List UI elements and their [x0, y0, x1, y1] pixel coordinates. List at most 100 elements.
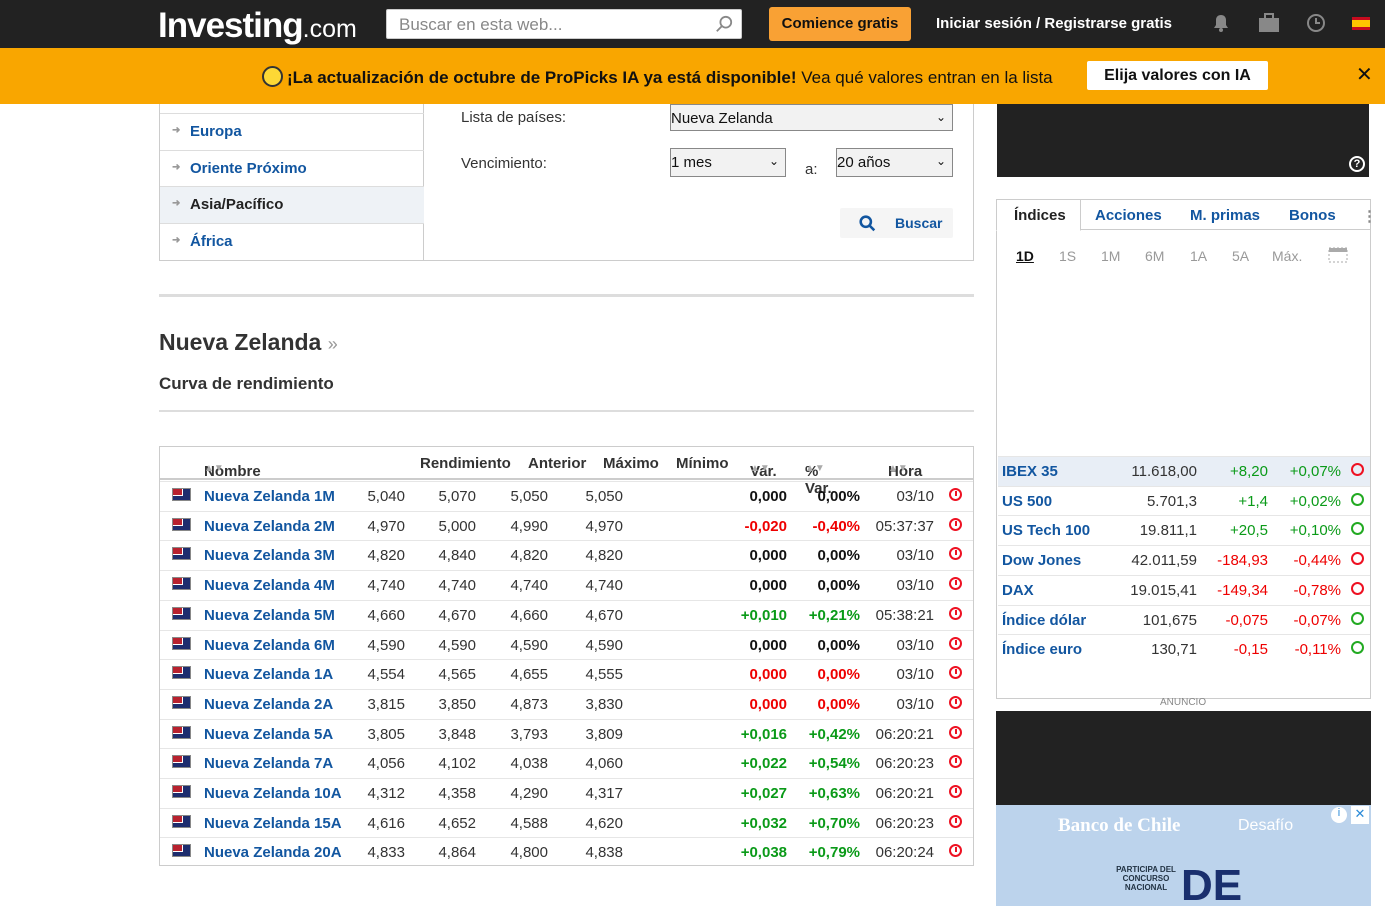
- period-max[interactable]: Máx.: [1272, 248, 1302, 264]
- region-africa[interactable]: ➜ África: [160, 223, 424, 260]
- bond-name-link[interactable]: Nueva Zelanda 1A: [204, 666, 333, 683]
- index-name-link[interactable]: Índice dólar: [1002, 612, 1086, 629]
- col-yield[interactable]: Rendimiento: [420, 455, 511, 472]
- index-row[interactable]: Índice dólar 101,675 -0,075 -0,07%: [998, 604, 1370, 635]
- bond-name-link[interactable]: Nueva Zelanda 2M: [204, 518, 335, 535]
- index-name-link[interactable]: Dow Jones: [1002, 552, 1081, 569]
- tab-stocks[interactable]: Acciones: [1095, 207, 1162, 224]
- investing-logo[interactable]: Investing.com: [158, 6, 357, 46]
- cell-pct: 0,00%: [817, 577, 860, 595]
- index-row[interactable]: Dow Jones 42.011,59 -184,93 -0,44%: [998, 545, 1370, 575]
- search-icon: [859, 215, 876, 232]
- ad-creative[interactable]: Banco de Chile Desafío PARTICIPA DEL CON…: [996, 805, 1371, 906]
- bond-name-link[interactable]: Nueva Zelanda 2A: [204, 696, 333, 713]
- cell-high: 5,000: [438, 517, 476, 535]
- more-link[interactable]: »: [328, 334, 338, 354]
- bell-icon[interactable]: [1212, 13, 1230, 38]
- clock-icon: [1351, 611, 1364, 625]
- index-row[interactable]: US Tech 100 19.811,1 +20,5 +0,10%: [998, 515, 1370, 545]
- region-europe[interactable]: ➜ Europa: [160, 113, 424, 150]
- index-change: +20,5: [1230, 522, 1268, 540]
- sort-icon: ▲▼: [805, 463, 825, 474]
- bond-name-link[interactable]: Nueva Zelanda 15A: [204, 815, 342, 832]
- cell-time: 06:20:21: [875, 725, 934, 743]
- choose-ai-stocks-button[interactable]: Elija valores con IA: [1087, 61, 1268, 90]
- bond-name-link[interactable]: Nueva Zelanda 5A: [204, 726, 333, 743]
- clock-icon: [1351, 581, 1364, 595]
- col-high[interactable]: Máximo: [603, 455, 659, 472]
- clock-icon[interactable]: [1306, 13, 1326, 38]
- bond-name-link[interactable]: Nueva Zelanda 1M: [204, 488, 335, 505]
- bond-name-link[interactable]: Nueva Zelanda 3M: [204, 547, 335, 564]
- period-6m[interactable]: 6M: [1145, 248, 1164, 264]
- index-value: 19.015,41: [1130, 581, 1197, 599]
- index-change: -0,075: [1225, 611, 1268, 629]
- ad-subtext: PARTICIPA DEL CONCURSO NACIONAL: [1116, 865, 1176, 892]
- cell-time: 03/10: [896, 666, 934, 684]
- clock-icon: [1351, 522, 1364, 536]
- robot-icon: [262, 66, 283, 87]
- maturity-from-select[interactable]: 1 mes ⌄: [670, 148, 786, 177]
- maturity-to-select[interactable]: 20 años ⌄: [836, 148, 953, 177]
- index-row[interactable]: IBEX 35 11.618,00 +8,20 +0,07%: [998, 456, 1370, 486]
- index-name-link[interactable]: US Tech 100: [1002, 522, 1090, 539]
- start-free-button[interactable]: Comience gratis: [769, 7, 911, 41]
- spain-flag-icon[interactable]: [1352, 17, 1370, 35]
- cell-high: 4,670: [438, 606, 476, 624]
- expand-chart-icon[interactable]: [1328, 247, 1348, 266]
- cell-pct: +0,54%: [808, 755, 860, 773]
- search-input[interactable]: Buscar en esta web...: [386, 9, 742, 39]
- index-name-link[interactable]: DAX: [1002, 582, 1034, 599]
- briefcase-icon[interactable]: [1258, 13, 1280, 38]
- bond-name-link[interactable]: Nueva Zelanda 4M: [204, 577, 335, 594]
- region-middle-east[interactable]: ➜ Oriente Próximo: [160, 150, 424, 187]
- index-row[interactable]: US 500 5.701,3 +1,4 +0,02%: [998, 485, 1370, 516]
- index-row[interactable]: DAX 19.015,41 -149,34 -0,78%: [998, 574, 1370, 605]
- cell-yield: 4,670: [585, 606, 623, 624]
- index-row[interactable]: Índice euro 130,71 -0,15 -0,11%: [998, 634, 1370, 664]
- clock-icon: [949, 547, 962, 561]
- search-button[interactable]: Buscar: [840, 208, 953, 238]
- bond-name-link[interactable]: Nueva Zelanda 6M: [204, 637, 335, 654]
- index-name-link[interactable]: US 500: [1002, 493, 1052, 510]
- region-asia-pacific[interactable]: ➜ Asia/Pacífico: [160, 186, 424, 223]
- table-row: Nueva Zelanda 5M 4,670 4,660 4,670 4,660 +0,0…: [160, 599, 973, 630]
- cell-prev: 5,050: [510, 488, 548, 505]
- close-icon[interactable]: ✕: [1356, 62, 1373, 87]
- period-1m[interactable]: 1M: [1101, 248, 1120, 264]
- cell-high: 4,840: [438, 547, 476, 565]
- col-low[interactable]: Mínimo: [676, 455, 729, 472]
- cell-chg: +0,010: [740, 606, 787, 624]
- tab-indices[interactable]: Índices: [1014, 207, 1066, 224]
- cell-prev: 4,800: [510, 844, 548, 862]
- help-icon[interactable]: ?: [1349, 156, 1365, 172]
- tab-bonds[interactable]: Bonos: [1289, 207, 1336, 224]
- index-name-link[interactable]: Índice euro: [1002, 641, 1082, 658]
- cell-high: 4,565: [438, 666, 476, 684]
- period-1w[interactable]: 1S: [1059, 248, 1076, 264]
- cell-chg: 0,000: [749, 636, 787, 654]
- bond-name-link[interactable]: Nueva Zelanda 10A: [204, 785, 342, 802]
- region-list: ➜ Europa ➜ Oriente Próximo ➜ Asia/Pacífico …: [160, 104, 424, 260]
- login-link[interactable]: Iniciar sesión: [936, 15, 1032, 32]
- index-value: 101,675: [1142, 611, 1197, 629]
- col-prev[interactable]: Anterior: [528, 455, 586, 472]
- period-1d[interactable]: 1D: [1016, 248, 1034, 264]
- ad-close-icon[interactable]: ✕: [1351, 806, 1369, 824]
- tab-commodities[interactable]: M. primas: [1190, 207, 1260, 224]
- table-row: Nueva Zelanda 1A 4,555 4,655 4,565 4,554 0,00…: [160, 659, 973, 689]
- country-select[interactable]: Nueva Zelanda ⌄: [670, 104, 953, 131]
- advertisement-banner[interactable]: Banco de Chile Desafío PARTICIPA DEL CON…: [996, 711, 1371, 906]
- index-name-link[interactable]: IBEX 35: [1002, 463, 1058, 480]
- bond-name-link[interactable]: Nueva Zelanda 7A: [204, 755, 333, 772]
- bond-name-link[interactable]: Nueva Zelanda 5M: [204, 607, 335, 624]
- advertisement-video[interactable]: ?: [997, 104, 1369, 177]
- more-options-icon[interactable]: ⋮: [1362, 207, 1377, 225]
- search-icon[interactable]: [715, 15, 733, 33]
- period-1y[interactable]: 1A: [1190, 248, 1207, 264]
- ad-info-icon[interactable]: i: [1331, 807, 1347, 823]
- clock-icon: [949, 488, 962, 501]
- bond-name-link[interactable]: Nueva Zelanda 20A: [204, 844, 342, 861]
- register-link[interactable]: Registrarse gratis: [1044, 15, 1172, 32]
- period-5y[interactable]: 5A: [1232, 248, 1249, 264]
